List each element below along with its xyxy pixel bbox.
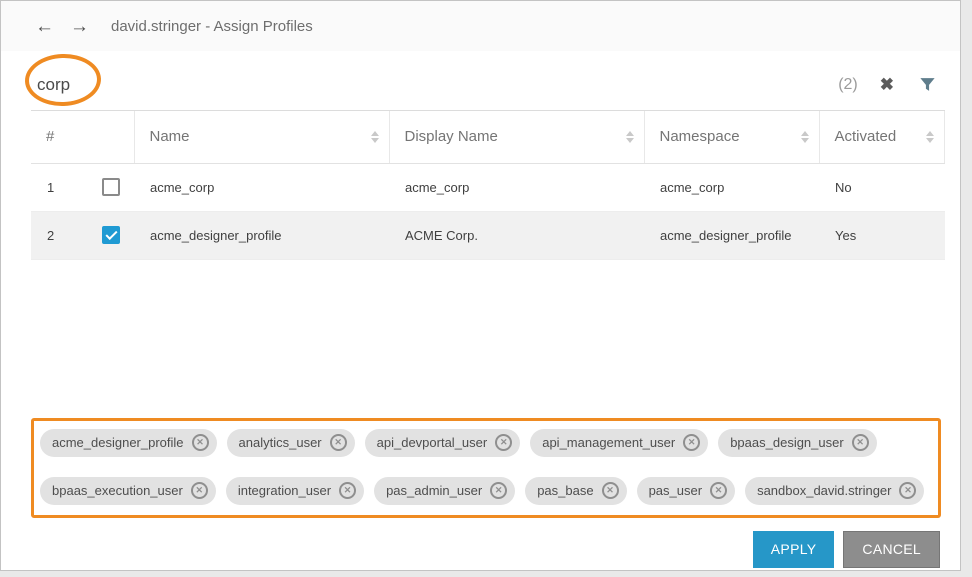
chip-label: bpaas_execution_user bbox=[52, 483, 183, 498]
chip-remove-icon[interactable]: ✕ bbox=[192, 434, 209, 451]
chip-remove-icon[interactable]: ✕ bbox=[899, 482, 916, 499]
chip-remove-icon[interactable]: ✕ bbox=[852, 434, 869, 451]
apply-button[interactable]: APPLY bbox=[753, 531, 835, 568]
cell-namespace: acme_designer_profile bbox=[644, 211, 819, 259]
sort-icon[interactable] bbox=[801, 131, 809, 143]
table-row: 1acme_corpacme_corpacme_corpNo bbox=[31, 163, 945, 211]
column-header-name[interactable]: Name bbox=[134, 111, 389, 163]
chip-remove-icon[interactable]: ✕ bbox=[490, 482, 507, 499]
chip-label: pas_user bbox=[649, 483, 702, 498]
cell-display-name: ACME Corp. bbox=[389, 211, 644, 259]
back-icon[interactable]: ← bbox=[35, 17, 54, 36]
column-header-index: # bbox=[31, 111, 134, 163]
chip-remove-icon[interactable]: ✕ bbox=[602, 482, 619, 499]
row-checkbox[interactable] bbox=[102, 178, 120, 196]
profile-chip: acme_designer_profile ✕ bbox=[40, 429, 217, 457]
search-input[interactable] bbox=[31, 74, 838, 96]
column-header-namespace[interactable]: Namespace bbox=[644, 111, 819, 163]
footer-actions: APPLY CANCEL bbox=[1, 531, 940, 568]
chip-remove-icon[interactable]: ✕ bbox=[330, 434, 347, 451]
profile-chip: api_devportal_user ✕ bbox=[365, 429, 521, 457]
chip-label: pas_admin_user bbox=[386, 483, 482, 498]
sort-icon[interactable] bbox=[626, 131, 634, 143]
column-header-activated[interactable]: Activated bbox=[819, 111, 945, 163]
chip-remove-icon[interactable]: ✕ bbox=[710, 482, 727, 499]
chip-remove-icon[interactable]: ✕ bbox=[191, 482, 208, 499]
profile-chip: pas_user ✕ bbox=[637, 477, 735, 505]
profile-chip: api_management_user ✕ bbox=[530, 429, 708, 457]
page-title: david.stringer - Assign Profiles bbox=[111, 18, 313, 35]
table-header-row: # Name Display Name Namespace Activated bbox=[31, 111, 945, 163]
assign-profiles-dialog: ← → david.stringer - Assign Profiles (2)… bbox=[0, 0, 961, 571]
chip-remove-icon[interactable]: ✕ bbox=[495, 434, 512, 451]
chip-remove-icon[interactable]: ✕ bbox=[339, 482, 356, 499]
cell-namespace: acme_corp bbox=[644, 163, 819, 211]
result-count: (2) bbox=[838, 76, 858, 94]
filter-icon[interactable] bbox=[918, 75, 937, 94]
chip-label: pas_base bbox=[537, 483, 593, 498]
chip-label: sandbox_david.stringer bbox=[757, 483, 891, 498]
chip-remove-icon[interactable]: ✕ bbox=[683, 434, 700, 451]
row-checkbox[interactable] bbox=[102, 226, 120, 244]
profile-chip: pas_admin_user ✕ bbox=[374, 477, 515, 505]
chip-label: bpaas_design_user bbox=[730, 435, 843, 450]
profiles-table: # Name Display Name Namespace Activated bbox=[31, 111, 945, 260]
assigned-profiles-chips annotation-rectangle: acme_designer_profile✕analytics_user✕api… bbox=[31, 418, 941, 518]
sort-icon[interactable] bbox=[926, 131, 934, 143]
row-index: 2 bbox=[47, 228, 54, 243]
cancel-button[interactable]: CANCEL bbox=[843, 531, 940, 568]
chip-label: integration_user bbox=[238, 483, 331, 498]
chip-label: analytics_user bbox=[239, 435, 322, 450]
table-row: 2 acme_designer_profileACME Corp.acme_des… bbox=[31, 211, 945, 259]
cell-activated: No bbox=[819, 163, 945, 211]
chip-label: api_management_user bbox=[542, 435, 675, 450]
cell-name: acme_designer_profile bbox=[134, 211, 389, 259]
chip-label: acme_designer_profile bbox=[52, 435, 184, 450]
cell-activated: Yes bbox=[819, 211, 945, 259]
cell-name: acme_corp bbox=[134, 163, 389, 211]
forward-icon[interactable]: → bbox=[70, 17, 89, 36]
profile-chip: bpaas_execution_user ✕ bbox=[40, 477, 216, 505]
profile-chip: bpaas_design_user ✕ bbox=[718, 429, 876, 457]
profile-chip: pas_base ✕ bbox=[525, 477, 626, 505]
column-header-display-name[interactable]: Display Name bbox=[389, 111, 644, 163]
chip-label: api_devportal_user bbox=[377, 435, 488, 450]
profile-chip: sandbox_david.stringer ✕ bbox=[745, 477, 924, 505]
header-bar: ← → david.stringer - Assign Profiles bbox=[1, 1, 960, 51]
profile-chip: integration_user ✕ bbox=[226, 477, 364, 505]
profile-chip: analytics_user ✕ bbox=[227, 429, 355, 457]
clear-search-icon[interactable]: ✖ bbox=[880, 76, 894, 93]
cell-display-name: acme_corp bbox=[389, 163, 644, 211]
search-bar: (2) ✖ bbox=[31, 59, 945, 111]
sort-icon[interactable] bbox=[371, 131, 379, 143]
row-index: 1 bbox=[47, 180, 54, 195]
